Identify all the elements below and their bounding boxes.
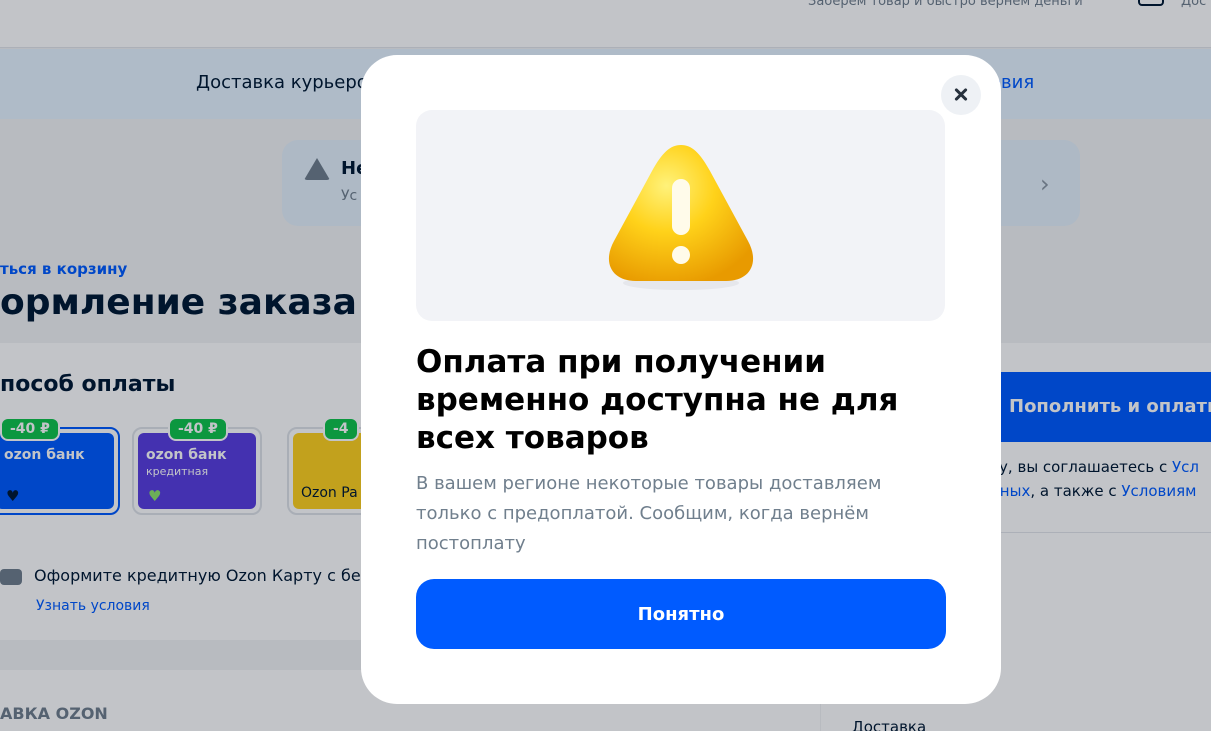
ok-button[interactable]: Понятно — [416, 579, 946, 649]
modal-illustration — [416, 110, 945, 321]
close-icon[interactable] — [941, 75, 981, 115]
warning-icon — [608, 145, 754, 290]
prepayment-modal: Оплата при получении временно доступна н… — [361, 55, 1001, 704]
modal-text: В вашем регионе некоторые товары доставл… — [416, 473, 882, 554]
modal-title: Оплата при получении временно доступна н… — [416, 344, 899, 456]
